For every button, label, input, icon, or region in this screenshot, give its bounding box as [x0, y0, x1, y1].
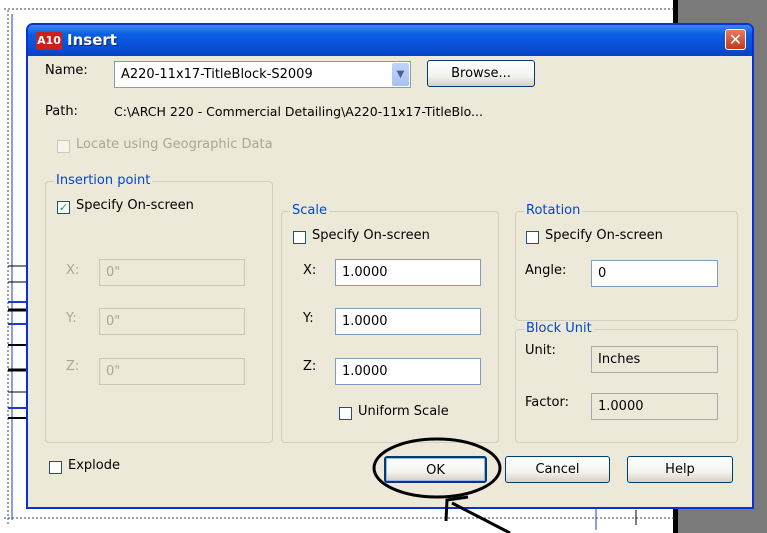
name-label: Name: — [45, 63, 88, 78]
factor-value: 1.0000 — [591, 393, 718, 420]
help-button[interactable]: Help — [627, 456, 733, 483]
ok-button[interactable]: OK — [384, 456, 487, 483]
insertion-point-title: Insertion point — [54, 173, 153, 188]
scale-specify-checkbox[interactable] — [293, 231, 306, 244]
explode-checkbox[interactable] — [49, 461, 62, 474]
scale-title: Scale — [290, 203, 329, 218]
scale-y-label: Y: — [303, 311, 314, 326]
name-combobox-value: A220-11x17-TitleBlock-S2009 — [121, 67, 313, 82]
name-combobox[interactable]: A220-11x17-TitleBlock-S2009 ▼ — [114, 61, 411, 88]
scale-y-field[interactable]: 1.0000 — [335, 308, 481, 335]
title-bar[interactable]: A10 Insert ✕ — [28, 25, 752, 56]
rotation-specify-checkbox[interactable] — [526, 231, 539, 244]
rotation-specify-label: Specify On-screen — [545, 228, 663, 243]
insert-dialog: A10 Insert ✕ Name: A220-11x17-TitleBlock… — [26, 23, 754, 509]
path-label: Path: — [45, 104, 78, 119]
angle-field[interactable]: 0 — [591, 260, 718, 287]
scale-z-label: Z: — [303, 359, 317, 374]
scale-z-field[interactable]: 1.0000 — [335, 358, 481, 385]
explode-label: Explode — [68, 458, 120, 473]
cancel-button[interactable]: Cancel — [505, 456, 610, 483]
geo-label: Locate using Geographic Data — [76, 137, 273, 152]
insertion-x-label: X: — [66, 263, 80, 278]
insertion-specify-checkbox[interactable]: ✓ — [57, 201, 70, 214]
angle-label: Angle: — [525, 263, 567, 278]
insertion-x-field: 0" — [99, 259, 245, 286]
insertion-z-label: Z: — [66, 359, 80, 374]
dialog-title: Insert — [67, 31, 117, 49]
block-unit-title: Block Unit — [524, 321, 594, 336]
close-icon[interactable]: ✕ — [725, 29, 746, 50]
insertion-specify-label: Specify On-screen — [76, 198, 194, 213]
geo-checkbox — [57, 140, 70, 153]
scale-x-field[interactable]: 1.0000 — [335, 259, 481, 286]
factor-label: Factor: — [525, 395, 569, 410]
unit-value: Inches — [591, 346, 718, 373]
browse-button[interactable]: Browse... — [427, 60, 535, 87]
unit-label: Unit: — [525, 343, 556, 358]
insertion-y-field: 0" — [99, 308, 245, 335]
scale-x-label: X: — [303, 263, 317, 278]
rotation-title: Rotation — [524, 203, 583, 218]
path-value: C:\ARCH 220 - Commercial Detailing\A220-… — [114, 104, 483, 119]
uniform-scale-label: Uniform Scale — [358, 404, 449, 419]
scale-specify-label: Specify On-screen — [312, 228, 430, 243]
uniform-scale-checkbox[interactable] — [339, 407, 352, 420]
insertion-y-label: Y: — [66, 311, 77, 326]
autocad-app-icon: A10 — [36, 32, 62, 50]
chevron-down-icon[interactable]: ▼ — [392, 63, 409, 86]
insertion-z-field: 0" — [99, 358, 245, 385]
